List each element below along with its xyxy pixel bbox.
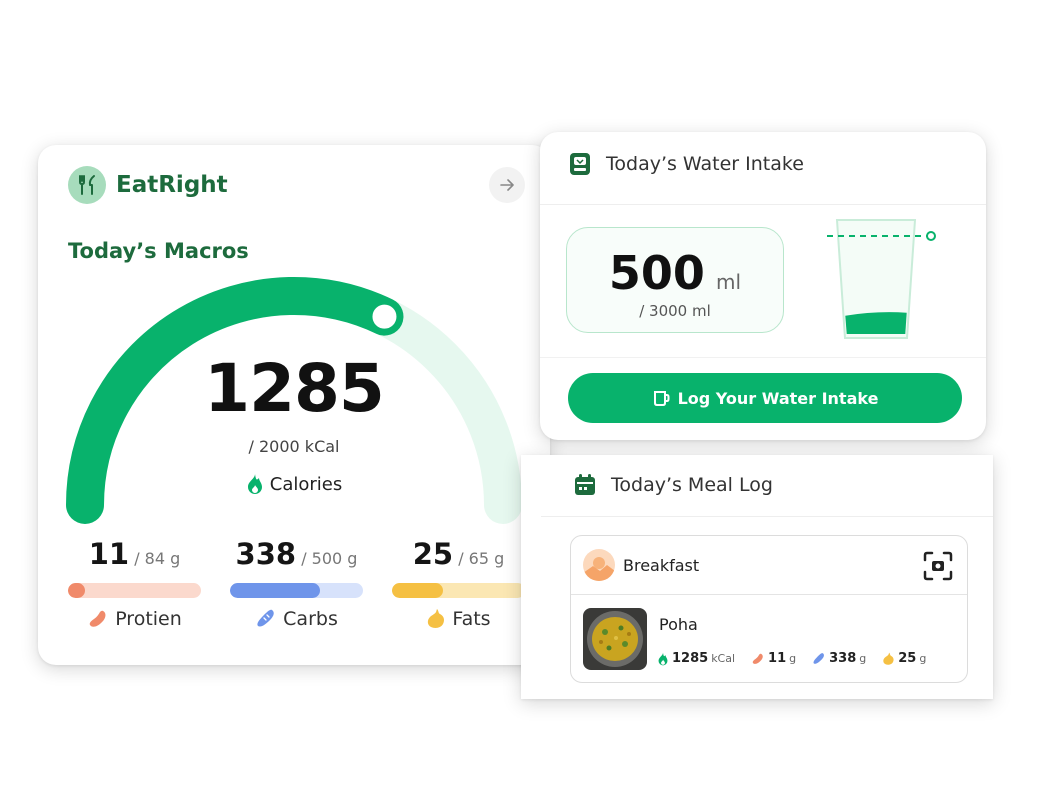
water-card-title: Today’s Water Intake <box>606 153 804 175</box>
log-water-label: Log Your Water Intake <box>677 388 879 408</box>
macro-protein: 11 / 84 g Protien <box>68 537 201 630</box>
carbs-progress-fill <box>230 583 321 598</box>
carbs-value: 338 <box>235 537 297 571</box>
cup-icon <box>653 391 670 406</box>
glass-water-fill <box>845 312 907 334</box>
food-calories: 1285 kCal <box>657 651 735 666</box>
protein-progress-bar <box>68 583 201 598</box>
calendar-icon <box>575 474 595 495</box>
brand: EatRight <box>68 165 228 205</box>
gauge-knob <box>368 300 401 333</box>
flame-icon <box>658 652 668 665</box>
water-amount: 500 <box>608 246 705 300</box>
food-fats: 25 g <box>882 651 926 666</box>
protein-progress-fill <box>68 583 86 598</box>
food-carbs-value: 338 <box>829 651 857 666</box>
fats-progress-bar <box>392 583 525 598</box>
meal-type-row: Breakfast <box>571 536 967 594</box>
food-calories-unit: kCal <box>711 652 736 665</box>
flame-icon <box>247 474 262 494</box>
log-water-button[interactable]: Log Your Water Intake <box>568 373 962 423</box>
macro-carbs: 338 / 500 g Carbs <box>230 537 363 630</box>
water-unit: ml <box>716 270 742 294</box>
scan-icon[interactable] <box>923 551 953 581</box>
water-cooler-icon <box>570 153 590 175</box>
macro-fats: 25 / 65 g Fats <box>392 537 525 630</box>
sausage-icon <box>89 610 106 627</box>
meal-card-header: Today’s Meal Log <box>573 473 773 497</box>
fats-progress-fill <box>392 583 443 598</box>
drop-icon <box>428 609 445 628</box>
food-name: Poha <box>659 615 698 634</box>
divider <box>540 204 986 205</box>
water-goal: / 3000 ml <box>639 302 711 320</box>
fats-label: Fats <box>452 608 491 630</box>
food-protein-unit: g <box>789 652 797 665</box>
food-calories-value: 1285 <box>672 651 709 666</box>
protein-label: Protien <box>115 608 182 630</box>
bread-icon <box>257 609 274 627</box>
calories-value: 1285 <box>204 350 385 427</box>
drop-icon <box>883 652 894 665</box>
meal-log-card: Today’s Meal Log Breakfast Poha 1285 kCa… <box>521 455 993 699</box>
meal-type: Breakfast <box>623 555 700 575</box>
arrow-right-icon <box>500 179 514 191</box>
water-amount-box: 500 ml / 3000 ml <box>566 227 784 333</box>
divider <box>571 594 967 595</box>
fork-knife-icon <box>68 166 106 204</box>
water-card-header: Today’s Water Intake <box>568 152 804 176</box>
protein-goal: / 84 g <box>134 549 181 568</box>
food-protein: 11 g <box>751 651 796 666</box>
meal-entry[interactable]: Breakfast Poha 1285 kCal 11 g 338 g 25 g <box>570 535 968 683</box>
fats-value: 25 <box>412 537 454 571</box>
meal-card-title: Today’s Meal Log <box>611 474 773 496</box>
arrow-right-button[interactable] <box>489 167 525 203</box>
food-protein-value: 11 <box>768 651 787 666</box>
water-intake-card: Today’s Water Intake 500 ml / 3000 ml Lo… <box>540 132 986 440</box>
bread-icon <box>813 652 825 664</box>
water-glass-icon <box>827 219 936 339</box>
food-image <box>583 608 647 670</box>
carbs-goal: / 500 g <box>301 549 358 568</box>
calories-label-row: Calories <box>38 473 550 495</box>
sausage-icon <box>752 653 763 664</box>
macros-card: EatRight Today’s Macros 1285 / 2000 kCal… <box>38 145 550 665</box>
carbs-label: Carbs <box>283 608 338 630</box>
food-fats-unit: g <box>919 652 927 665</box>
fats-goal: / 65 g <box>458 549 505 568</box>
carbs-progress-bar <box>230 583 363 598</box>
protein-value: 11 <box>88 537 130 571</box>
food-fats-value: 25 <box>898 651 917 666</box>
calories-goal: / 2000 kCal <box>248 437 340 456</box>
food-stats: 1285 kCal 11 g 338 g 25 g <box>657 651 942 666</box>
food-carbs-unit: g <box>859 652 867 665</box>
food-carbs: 338 g <box>812 651 866 666</box>
brand-name: EatRight <box>116 172 228 198</box>
divider <box>541 516 993 517</box>
divider <box>540 357 986 358</box>
sunrise-icon <box>583 549 615 581</box>
calories-label: Calories <box>269 473 343 495</box>
